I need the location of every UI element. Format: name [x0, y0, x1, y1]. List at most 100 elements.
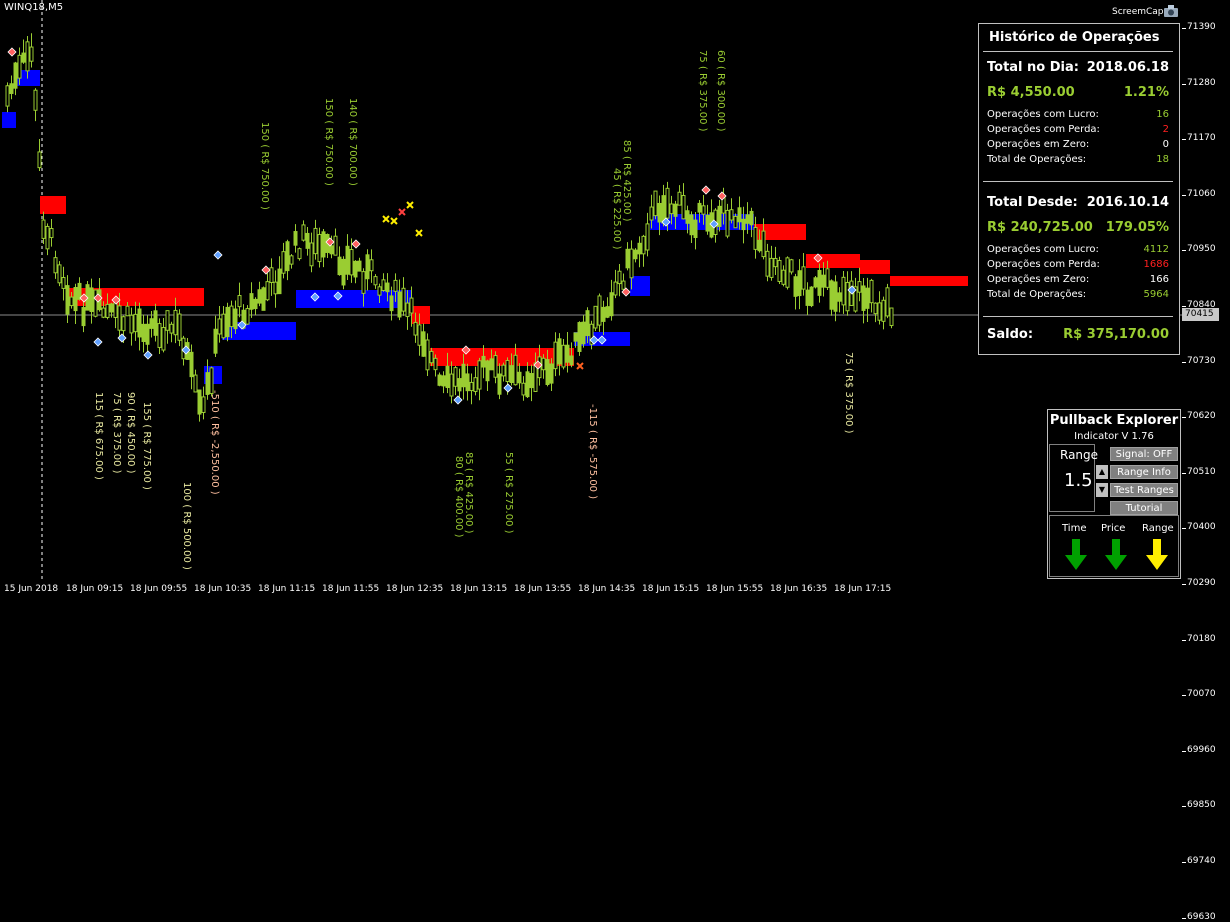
signal-button[interactable]: Signal: OFF: [1110, 447, 1178, 461]
candle-body: [213, 328, 218, 354]
candle-body: [349, 249, 354, 276]
candle-body: [889, 307, 894, 327]
candle-body: [741, 218, 746, 231]
price-down-arrow-icon: [1105, 539, 1127, 570]
candle-body: [329, 245, 334, 255]
trade-annotation: -510 ( R$ -2,550.00 ): [209, 390, 220, 495]
candle-body: [21, 52, 26, 63]
candle-body: [601, 306, 606, 322]
cross-marker-icon: [576, 362, 584, 370]
candle-body: [225, 306, 230, 338]
candle-body: [61, 277, 66, 289]
candle-body: [509, 365, 514, 383]
candle-body: [101, 307, 106, 318]
candle-body: [345, 245, 350, 275]
range-info-button[interactable]: Range Info: [1110, 465, 1178, 479]
test-ranges-button[interactable]: Test Ranges: [1110, 483, 1178, 497]
candle-body: [773, 257, 778, 268]
candle-body: [285, 241, 290, 272]
trade-marker-icon: [261, 265, 271, 275]
trade-marker-icon: [453, 395, 463, 405]
candle-body: [5, 85, 10, 107]
dia-label: Total no Dia:: [987, 60, 1079, 75]
candle-body: [673, 203, 678, 217]
cross-marker-icon: [390, 217, 398, 225]
candle-body: [13, 62, 18, 89]
candle-body: [577, 322, 582, 352]
candle-body: [93, 289, 98, 317]
candle-body: [869, 279, 874, 304]
price-axis: 71390 71280 71170 71060 70950 70840 70730 70620…: [1182, 0, 1230, 922]
cross-marker-icon: [398, 208, 406, 216]
trade-annotation: 90 ( R$ 450.00 ): [125, 392, 136, 474]
range-increase-icon[interactable]: ▲: [1096, 465, 1108, 479]
candle-body: [53, 257, 58, 274]
time-tick-label: 18 Jun 16:35: [770, 584, 828, 594]
candle-body: [233, 308, 238, 330]
candle-body: [393, 279, 398, 292]
trend-band-segment: [630, 276, 650, 296]
historico-title: Histórico de Operações: [989, 30, 1160, 45]
tutorial-button[interactable]: Tutorial: [1110, 501, 1178, 515]
trend-band-segment: [2, 112, 16, 128]
range-value: 1.5: [1064, 470, 1093, 491]
stat-value: 166: [1149, 274, 1169, 285]
divider: [983, 51, 1173, 52]
candle-body: [641, 235, 646, 255]
trade-marker-icon: [7, 47, 17, 57]
candle-body: [685, 210, 690, 224]
candle-body: [161, 327, 166, 351]
time-tick-label: 18 Jun 10:35: [194, 584, 252, 594]
candle-body: [413, 321, 418, 336]
candle-body: [141, 323, 146, 343]
screencap-label[interactable]: ScreemCap: [1112, 7, 1164, 17]
candle-body: [725, 209, 730, 237]
candle-body: [529, 373, 534, 389]
candle-body: [177, 313, 182, 341]
candle-body: [125, 305, 130, 317]
candle-body: [145, 323, 150, 345]
candle-body: [569, 355, 574, 366]
candle-body: [469, 381, 474, 392]
candle-body: [205, 372, 210, 395]
candle-body: [337, 256, 342, 276]
trade-marker-icon: [93, 337, 103, 347]
trade-annotation: 150 ( R$ 750.00 ): [323, 98, 334, 186]
camera-icon[interactable]: [1163, 4, 1179, 18]
candle-body: [341, 258, 346, 286]
candle-body: [265, 281, 270, 301]
divider: [983, 181, 1173, 182]
candle-body: [793, 276, 798, 297]
candle-body: [585, 310, 590, 337]
time-tick-label: 18 Jun 13:55: [514, 584, 572, 594]
price-tick-label: 70620: [1182, 411, 1216, 422]
trade-marker-icon: [213, 250, 223, 260]
candle-body: [613, 281, 618, 296]
stat-value: 5964: [1143, 289, 1169, 300]
candle-body: [425, 339, 430, 371]
candle-body: [129, 314, 134, 334]
candle-body: [289, 255, 294, 265]
candle-body: [321, 231, 326, 258]
candle-body: [301, 224, 306, 241]
stat-label: Operações em Zero:: [987, 139, 1090, 150]
candle-body: [817, 269, 822, 296]
candle-body: [829, 280, 834, 310]
candle-body: [49, 227, 54, 239]
time-tick-label: 18 Jun 09:55: [130, 584, 188, 594]
candle-body: [273, 281, 278, 295]
candle-body: [381, 279, 386, 291]
time-tick-label: 18 Jun 11:55: [322, 584, 380, 594]
candle-body: [221, 313, 226, 339]
trade-marker-icon: [351, 239, 361, 249]
range-decrease-icon[interactable]: ▼: [1096, 483, 1108, 497]
candle-body: [305, 232, 310, 249]
time-tick-label: 18 Jun 15:55: [706, 584, 764, 594]
candle-body: [81, 307, 86, 327]
candle-body: [873, 302, 878, 315]
candle-body: [505, 360, 510, 383]
candle-body: [297, 248, 302, 260]
candle-body: [461, 363, 466, 388]
candle-body: [201, 396, 206, 413]
candle-body: [457, 378, 462, 392]
